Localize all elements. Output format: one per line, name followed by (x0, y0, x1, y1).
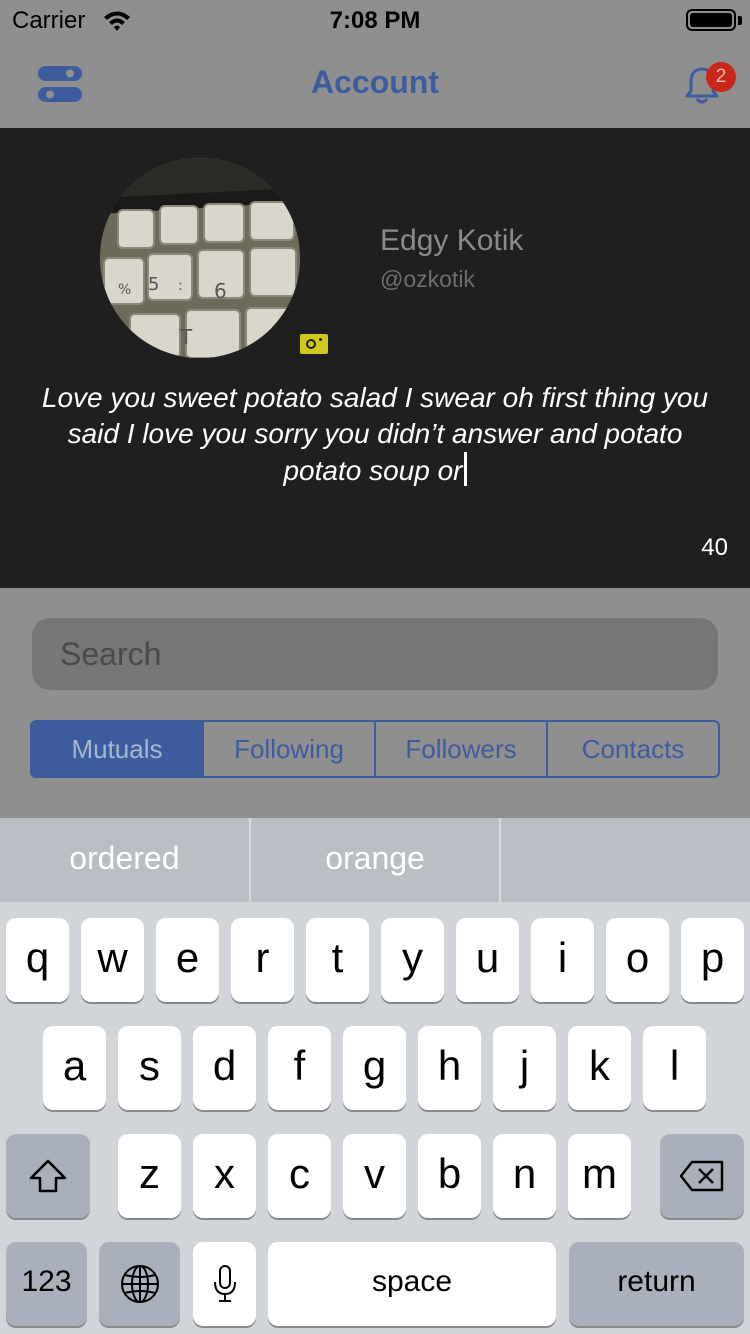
keyboard: ordered orange q w e r t y u i o p a s d… (0, 818, 750, 1334)
key-m[interactable]: m (568, 1134, 631, 1218)
key-c[interactable]: c (268, 1134, 331, 1218)
avatar-keyboard-photo: 5 : 6 % T (100, 158, 300, 358)
key-p[interactable]: p (681, 918, 744, 1002)
dictation-key[interactable] (193, 1242, 256, 1326)
svg-text:T: T (179, 325, 193, 349)
key-r[interactable]: r (231, 918, 294, 1002)
key-v[interactable]: v (343, 1134, 406, 1218)
suggestion-1[interactable]: ordered (0, 818, 251, 902)
text-cursor (463, 452, 467, 486)
camera-icon[interactable] (300, 334, 328, 354)
svg-text::: : (178, 278, 183, 294)
shift-key[interactable] (6, 1134, 90, 1218)
key-u[interactable]: u (456, 918, 519, 1002)
key-n[interactable]: n (493, 1134, 556, 1218)
battery-tip (738, 16, 742, 25)
key-i[interactable]: i (531, 918, 594, 1002)
key-o[interactable]: o (606, 918, 669, 1002)
space-key[interactable]: space (268, 1242, 556, 1326)
tab-followers[interactable]: Followers (376, 722, 548, 776)
tab-segmented-control: Mutuals Following Followers Contacts (30, 720, 720, 778)
profile-name: Edgy Kotik (380, 224, 524, 257)
tab-contacts[interactable]: Contacts (548, 722, 718, 776)
suggestion-3[interactable] (501, 818, 750, 902)
return-key[interactable]: return (569, 1242, 744, 1326)
bio-text-editor[interactable]: Love you sweet potato salad I swear oh f… (40, 380, 710, 489)
numbers-key[interactable]: 123 (6, 1242, 87, 1326)
key-d[interactable]: d (193, 1026, 256, 1110)
battery-icon (686, 9, 736, 31)
suggestion-2[interactable]: orange (251, 818, 502, 902)
key-q[interactable]: q (6, 918, 69, 1002)
globe-icon (120, 1265, 159, 1303)
page-title: Account (311, 64, 439, 100)
delete-icon (679, 1160, 724, 1192)
key-y[interactable]: y (381, 918, 444, 1002)
key-h[interactable]: h (418, 1026, 481, 1110)
notification-badge: 2 (706, 62, 736, 92)
profile-panel: 5 : 6 % T Edgy Kotik @ozkotik Love you s… (0, 128, 750, 588)
key-w[interactable]: w (81, 918, 144, 1002)
key-f[interactable]: f (268, 1026, 331, 1110)
key-l[interactable]: l (643, 1026, 706, 1110)
suggestion-bar: ordered orange (0, 818, 750, 902)
svg-text:%: % (118, 282, 131, 298)
status-bar: Carrier 7:08 PM (0, 0, 750, 40)
delete-key[interactable] (660, 1134, 744, 1218)
key-s[interactable]: s (118, 1026, 181, 1110)
key-z[interactable]: z (118, 1134, 181, 1218)
key-t[interactable]: t (306, 918, 369, 1002)
globe-key[interactable] (99, 1242, 180, 1326)
key-b[interactable]: b (418, 1134, 481, 1218)
shift-icon (29, 1159, 67, 1193)
key-g[interactable]: g (343, 1026, 406, 1110)
microphone-icon (213, 1265, 236, 1302)
svg-text:6: 6 (214, 279, 227, 303)
key-j[interactable]: j (493, 1026, 556, 1110)
key-k[interactable]: k (568, 1026, 631, 1110)
bio-text: Love you sweet potato salad I swear oh f… (41, 382, 709, 486)
navigation-bar: Account 2 (0, 40, 750, 128)
character-count: 40 (701, 534, 728, 561)
notifications-button[interactable]: 2 (684, 62, 736, 110)
key-a[interactable]: a (43, 1026, 106, 1110)
avatar[interactable]: 5 : 6 % T (100, 158, 300, 358)
svg-text:5: 5 (148, 274, 159, 295)
tab-mutuals[interactable]: Mutuals (32, 722, 204, 776)
search-input[interactable] (32, 618, 718, 690)
profile-handle: @ozkotik (380, 266, 475, 292)
key-e[interactable]: e (156, 918, 219, 1002)
tab-following[interactable]: Following (204, 722, 376, 776)
clock: 7:08 PM (329, 7, 421, 34)
key-x[interactable]: x (193, 1134, 256, 1218)
